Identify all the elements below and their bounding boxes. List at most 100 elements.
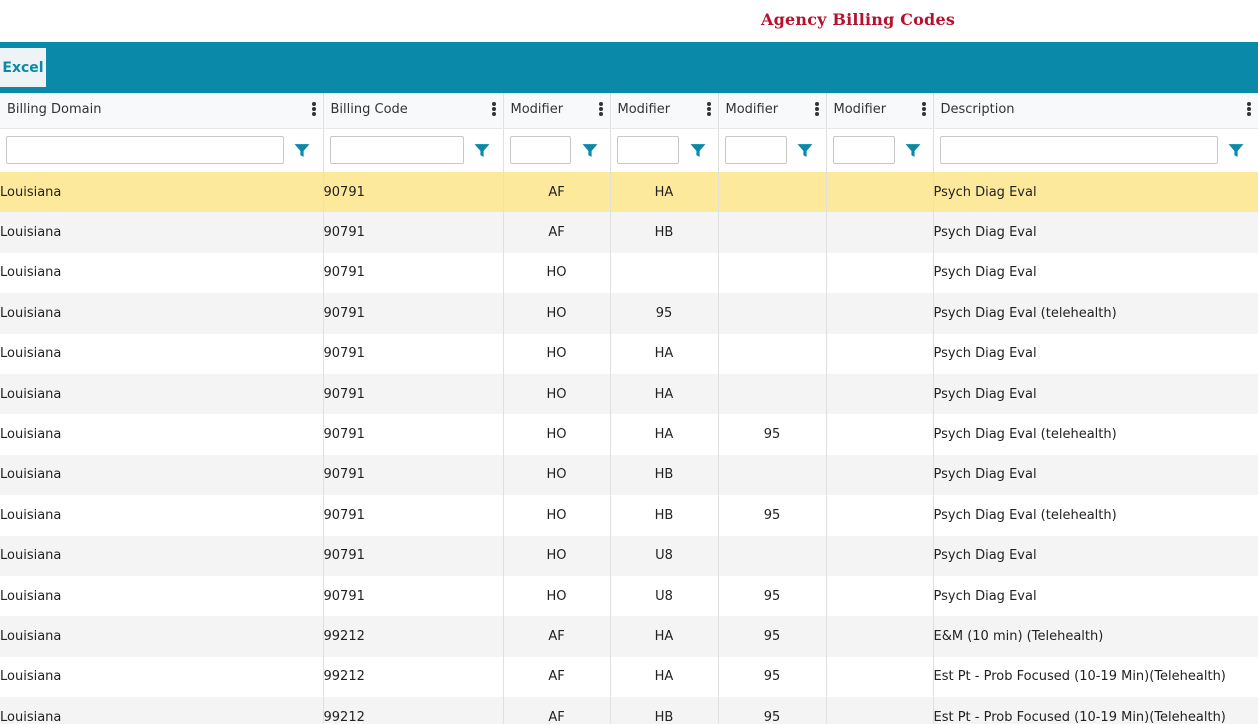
grid-body: Louisiana 90791 AF HA Psych Diag Eval Lo… [0, 172, 1258, 724]
description-cell: Psych Diag Eval [933, 535, 1258, 576]
filter-icon[interactable] [1227, 142, 1245, 159]
modifier-4-cell [826, 172, 934, 213]
modifier-2-cell: U8 [610, 535, 719, 576]
table-row[interactable]: Louisiana 90791 AF HA Psych Diag Eval [0, 172, 1258, 213]
modifier-4-cell [826, 212, 934, 253]
modifier-2-cell: 95 [610, 293, 719, 334]
modifier-4-cell [826, 252, 934, 294]
table-row[interactable]: Louisiana 90791 AF HB Psych Diag Eval [0, 212, 1258, 253]
modifier-1-cell: HO [503, 333, 611, 374]
table-row[interactable]: Louisiana 90791 HO HB Psych Diag Eval [0, 454, 1258, 496]
kebab-menu-icon[interactable] [598, 101, 604, 119]
billing-code-cell: 90791 [323, 454, 504, 496]
table-row[interactable]: Louisiana 99212 AF HB 95 Est Pt - Prob F… [0, 697, 1258, 724]
table-row[interactable]: Louisiana 90791 HO HA Psych Diag Eval [0, 373, 1258, 415]
modifier-2-cell [610, 252, 719, 294]
description-cell: Psych Diag Eval (telehealth) [933, 414, 1258, 455]
column-header-row: Billing Domain Billing Code Modifier Mod… [0, 93, 1258, 129]
kebab-menu-icon[interactable] [706, 101, 712, 119]
modifier-2-cell: HA [610, 333, 719, 374]
billing-domain-cell: Louisiana [0, 252, 324, 294]
billing-domain-cell: Louisiana [0, 333, 324, 374]
kebab-menu-icon[interactable] [491, 101, 497, 119]
column-header-modifier-3[interactable]: Modifier [718, 93, 827, 129]
billing-code-cell: 90791 [323, 535, 504, 576]
table-row[interactable]: Louisiana 90791 HO 95 Psych Diag Eval (t… [0, 293, 1258, 334]
filter-icon[interactable] [473, 142, 491, 159]
modifier-3-cell: 95 [718, 656, 827, 698]
table-row[interactable]: Louisiana 99212 AF HA 95 Est Pt - Prob F… [0, 656, 1258, 698]
table-row[interactable]: Louisiana 90791 HO U8 95 Psych Diag Eval [0, 575, 1258, 617]
modifier-2-filter-input[interactable] [616, 135, 679, 164]
billing-domain-filter-input[interactable] [6, 135, 284, 164]
description-cell: Psych Diag Eval [933, 575, 1258, 617]
modifier-3-cell: 95 [718, 495, 827, 536]
description-cell: Psych Diag Eval [933, 172, 1258, 213]
billing-code-filter-input[interactable] [329, 135, 464, 164]
billing-domain-cell: Louisiana [0, 616, 324, 657]
filter-icon[interactable] [904, 142, 922, 159]
billing-domain-cell: Louisiana [0, 373, 324, 415]
table-row[interactable]: Louisiana 90791 HO HA 95 Psych Diag Eval… [0, 414, 1258, 455]
modifier-2-cell: U8 [610, 575, 719, 617]
modifier-4-cell [826, 414, 934, 455]
modifier-3-cell [718, 172, 827, 213]
billing-code-cell: 90791 [323, 575, 504, 617]
modifier-3-cell: 95 [718, 616, 827, 657]
description-cell: Est Pt - Prob Focused (10-19 Min)(Telehe… [933, 656, 1258, 698]
column-title: Modifier [617, 102, 671, 117]
modifier-2-cell: HB [610, 454, 719, 496]
column-header-billing-domain[interactable]: Billing Domain [0, 93, 324, 129]
modifier-1-cell: HO [503, 535, 611, 576]
kebab-menu-icon[interactable] [1246, 101, 1252, 119]
description-cell: Psych Diag Eval [933, 454, 1258, 496]
filter-icon[interactable] [581, 142, 599, 159]
table-row[interactable]: Louisiana 90791 HO HA Psych Diag Eval [0, 333, 1258, 374]
modifier-4-cell [826, 333, 934, 374]
kebab-menu-icon[interactable] [311, 101, 317, 119]
modifier-3-cell [718, 293, 827, 334]
table-row[interactable]: Louisiana 99212 AF HA 95 E&M (10 min) (T… [0, 616, 1258, 657]
billing-code-cell: 90791 [323, 373, 504, 415]
column-title: Description [940, 102, 1015, 117]
column-title: Modifier [725, 102, 779, 117]
modifier-4-cell [826, 293, 934, 334]
kebab-menu-icon[interactable] [814, 101, 820, 119]
modifier-1-filter-input[interactable] [509, 135, 571, 164]
modifier-4-cell [826, 373, 934, 415]
filter-icon[interactable] [293, 142, 311, 159]
billing-domain-cell: Louisiana [0, 495, 324, 536]
description-cell: Psych Diag Eval (telehealth) [933, 293, 1258, 334]
modifier-2-cell: HA [610, 373, 719, 415]
table-row[interactable]: Louisiana 90791 HO Psych Diag Eval [0, 252, 1258, 294]
toolbar: Excel [0, 42, 1258, 93]
excel-export-button[interactable]: Excel [0, 48, 46, 87]
modifier-1-cell: HO [503, 414, 611, 455]
filter-icon[interactable] [796, 142, 814, 159]
modifier-3-filter-input[interactable] [724, 135, 787, 164]
column-title: Modifier [510, 102, 564, 117]
column-header-modifier-1[interactable]: Modifier [503, 93, 611, 129]
modifier-4-cell [826, 535, 934, 576]
modifier-1-cell: HO [503, 495, 611, 536]
description-filter-input[interactable] [939, 135, 1218, 164]
filter-icon[interactable] [689, 142, 707, 159]
modifier-2-cell: HA [610, 414, 719, 455]
modifier-3-cell [718, 454, 827, 496]
modifier-2-cell: HA [610, 172, 719, 213]
column-header-modifier-2[interactable]: Modifier [610, 93, 719, 129]
kebab-menu-icon[interactable] [921, 101, 927, 119]
column-header-description[interactable]: Description [933, 93, 1258, 129]
column-header-billing-code[interactable]: Billing Code [323, 93, 504, 129]
billing-code-cell: 99212 [323, 616, 504, 657]
table-row[interactable]: Louisiana 90791 HO HB 95 Psych Diag Eval… [0, 495, 1258, 536]
description-cell: Psych Diag Eval [933, 333, 1258, 374]
table-row[interactable]: Louisiana 90791 HO U8 Psych Diag Eval [0, 535, 1258, 576]
modifier-1-cell: HO [503, 373, 611, 415]
modifier-1-cell: AF [503, 172, 611, 213]
billing-domain-cell: Louisiana [0, 212, 324, 253]
column-header-modifier-4[interactable]: Modifier [826, 93, 934, 129]
billing-code-cell: 90791 [323, 414, 504, 455]
modifier-4-filter-input[interactable] [832, 135, 895, 164]
page-title: Agency Billing Codes [761, 10, 956, 29]
